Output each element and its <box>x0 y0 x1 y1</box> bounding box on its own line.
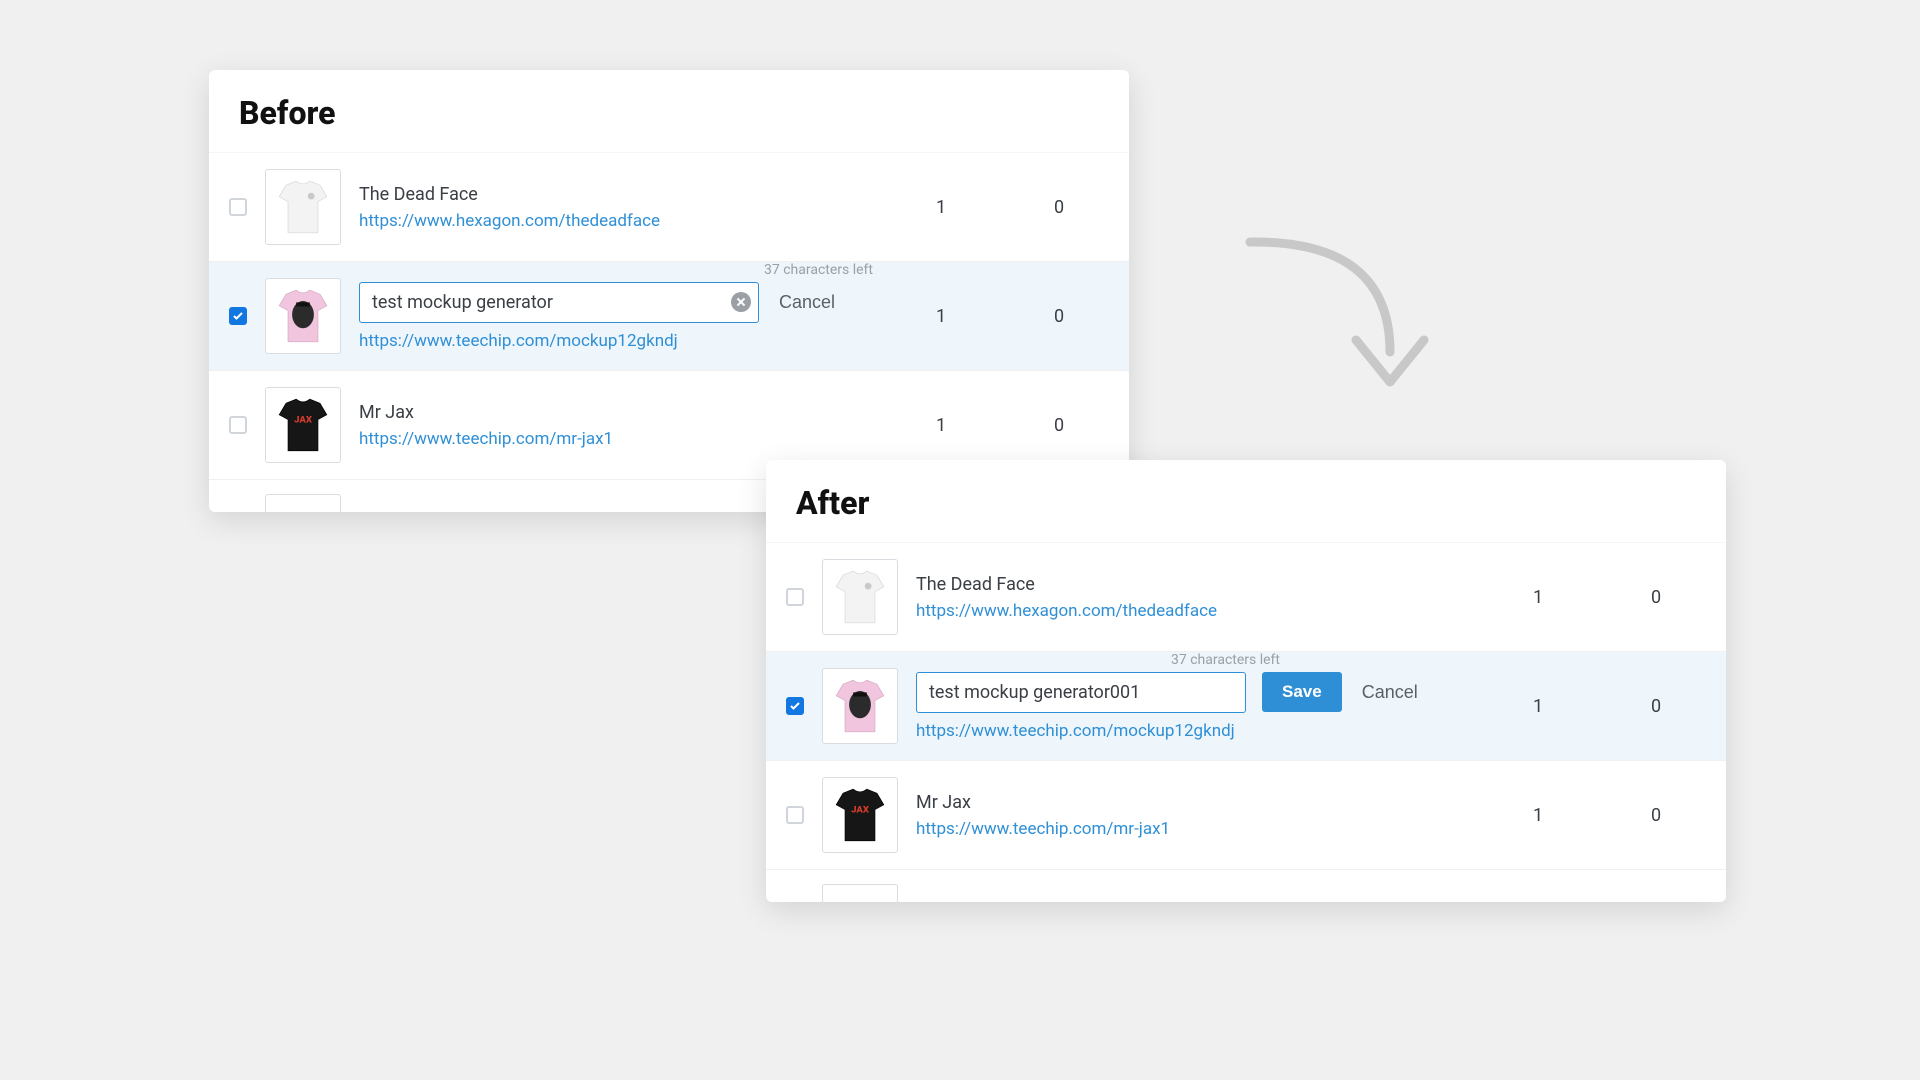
after-title: After <box>766 460 1726 543</box>
product-info: Mr Jax https://www.teechip.com/mr-jax1 <box>916 792 1470 839</box>
product-info: The Dead Face https://www.hexagon.com/th… <box>359 184 873 231</box>
row-checkbox[interactable] <box>786 806 804 824</box>
product-thumbnail[interactable]: JAX <box>822 777 898 853</box>
name-input[interactable] <box>359 282 759 323</box>
before-title: Before <box>209 70 1129 153</box>
name-input-wrap <box>916 672 1246 713</box>
count-col-2: 0 <box>1009 306 1109 327</box>
product-thumbnail[interactable] <box>265 278 341 354</box>
svg-text:JAX: JAX <box>294 414 313 425</box>
chars-left-label: 37 characters left <box>1171 652 1280 668</box>
count-col-1: 1 <box>891 415 991 436</box>
product-thumbnail[interactable]: JAX <box>265 387 341 463</box>
product-name: The Dead Face <box>359 184 873 205</box>
product-url[interactable]: https://www.teechip.com/mockup12gkndj <box>916 721 1235 741</box>
count-col-2: 0 <box>1606 696 1706 717</box>
product-thumbnail-partial <box>265 494 341 512</box>
table-row-partial <box>766 870 1726 902</box>
product-name: Mr Jax <box>916 792 1470 813</box>
before-card: Before The Dead Face https://www.hexagon… <box>209 70 1129 512</box>
table-row: 37 characters left Cancel https://www.te… <box>209 262 1129 371</box>
product-thumbnail[interactable] <box>822 559 898 635</box>
product-info: 37 characters left Save Cancel https://w… <box>916 672 1470 741</box>
table-row: JAX Mr Jax https://www.teechip.com/mr-ja… <box>766 761 1726 870</box>
name-input-wrap <box>359 282 759 323</box>
row-checkbox[interactable] <box>786 588 804 606</box>
product-url[interactable]: https://www.teechip.com/mr-jax1 <box>359 429 613 449</box>
product-info: Mr Jax https://www.teechip.com/mr-jax1 <box>359 402 873 449</box>
product-info: 37 characters left Cancel https://www.te… <box>359 282 873 351</box>
cancel-button[interactable]: Cancel <box>1358 674 1422 711</box>
row-checkbox[interactable] <box>229 198 247 216</box>
count-col-1: 1 <box>1488 696 1588 717</box>
count-col-1: 1 <box>891 197 991 218</box>
product-thumbnail[interactable] <box>822 668 898 744</box>
chars-left-label: 37 characters left <box>764 262 873 278</box>
count-col-1: 1 <box>891 306 991 327</box>
row-checkbox[interactable] <box>229 307 247 325</box>
name-input[interactable] <box>916 672 1246 713</box>
table-row: The Dead Face https://www.hexagon.com/th… <box>766 543 1726 652</box>
cancel-button[interactable]: Cancel <box>775 284 839 321</box>
table-row: 37 characters left Save Cancel https://w… <box>766 652 1726 761</box>
product-info: The Dead Face https://www.hexagon.com/th… <box>916 574 1470 621</box>
count-col-2: 0 <box>1606 805 1706 826</box>
count-col-1: 1 <box>1488 805 1588 826</box>
table-row: The Dead Face https://www.hexagon.com/th… <box>209 153 1129 262</box>
product-url[interactable]: https://www.teechip.com/mr-jax1 <box>916 819 1170 839</box>
product-url[interactable]: https://www.hexagon.com/thedeadface <box>916 601 1217 621</box>
count-col-1: 1 <box>1488 587 1588 608</box>
flow-arrow-icon <box>1230 222 1460 412</box>
count-col-2: 0 <box>1009 197 1109 218</box>
row-checkbox[interactable] <box>786 697 804 715</box>
product-name: Mr Jax <box>359 402 873 423</box>
row-checkbox[interactable] <box>229 416 247 434</box>
save-button[interactable]: Save <box>1262 672 1342 712</box>
svg-text:JAX: JAX <box>851 804 870 815</box>
product-url[interactable]: https://www.teechip.com/mockup12gkndj <box>359 331 678 351</box>
count-col-2: 0 <box>1009 415 1109 436</box>
after-card: After The Dead Face https://www.hexagon.… <box>766 460 1726 902</box>
clear-icon[interactable] <box>731 292 751 312</box>
product-thumbnail-partial <box>822 884 898 902</box>
product-name: The Dead Face <box>916 574 1470 595</box>
product-url[interactable]: https://www.hexagon.com/thedeadface <box>359 211 660 231</box>
count-col-2: 0 <box>1606 587 1706 608</box>
product-thumbnail[interactable] <box>265 169 341 245</box>
